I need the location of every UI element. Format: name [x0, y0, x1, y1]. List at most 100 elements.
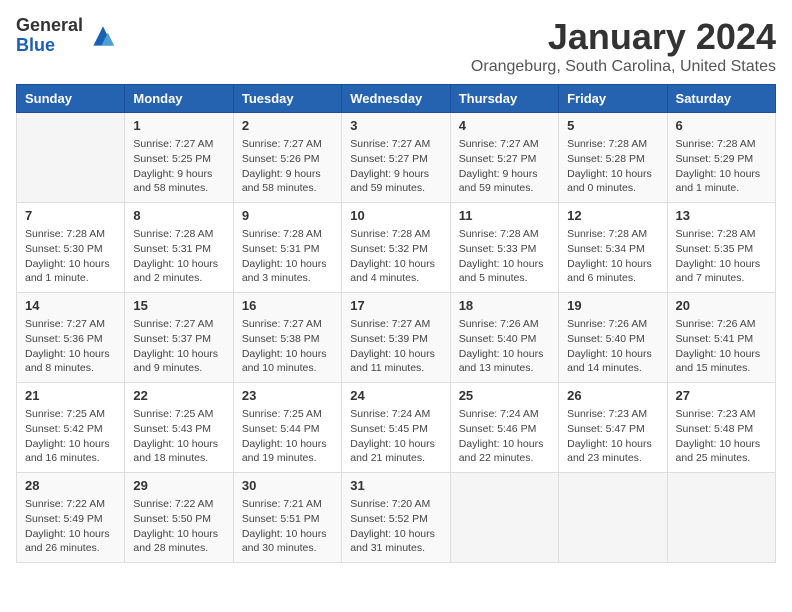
calendar-cell	[450, 473, 558, 563]
logo-text: General Blue	[16, 16, 83, 56]
cell-content: Sunrise: 7:28 AMSunset: 5:31 PMDaylight:…	[133, 227, 224, 286]
day-number: 17	[350, 297, 441, 315]
cell-line: Daylight: 10 hours	[350, 438, 435, 450]
day-number: 15	[133, 297, 224, 315]
cell-line: and 13 minutes.	[459, 362, 534, 374]
cell-line: and 0 minutes.	[567, 182, 636, 194]
cell-line: Sunset: 5:32 PM	[350, 243, 428, 255]
cell-line: Daylight: 9 hours	[242, 168, 321, 180]
day-number: 21	[25, 387, 116, 405]
cell-line: Daylight: 10 hours	[25, 258, 110, 270]
cell-line: Sunset: 5:27 PM	[350, 153, 428, 165]
cell-line: and 59 minutes.	[350, 182, 425, 194]
calendar-cell: 1Sunrise: 7:27 AMSunset: 5:25 PMDaylight…	[125, 113, 233, 203]
cell-line: Sunrise: 7:28 AM	[459, 228, 539, 240]
cell-line: Sunrise: 7:28 AM	[25, 228, 105, 240]
cell-line: Sunset: 5:34 PM	[567, 243, 645, 255]
day-number: 31	[350, 477, 441, 495]
cell-line: Daylight: 10 hours	[242, 438, 327, 450]
cell-line: Sunset: 5:25 PM	[133, 153, 211, 165]
cell-line: and 59 minutes.	[459, 182, 534, 194]
calendar-cell: 9Sunrise: 7:28 AMSunset: 5:31 PMDaylight…	[233, 203, 341, 293]
cell-line: and 25 minutes.	[676, 452, 751, 464]
cell-line: and 9 minutes.	[133, 362, 202, 374]
cell-content: Sunrise: 7:28 AMSunset: 5:32 PMDaylight:…	[350, 227, 441, 286]
cell-content: Sunrise: 7:28 AMSunset: 5:29 PMDaylight:…	[676, 137, 767, 196]
cell-line: Sunset: 5:46 PM	[459, 423, 537, 435]
day-number: 8	[133, 207, 224, 225]
calendar-cell: 22Sunrise: 7:25 AMSunset: 5:43 PMDayligh…	[125, 383, 233, 473]
cell-line: Sunset: 5:45 PM	[350, 423, 428, 435]
cell-content: Sunrise: 7:28 AMSunset: 5:33 PMDaylight:…	[459, 227, 550, 286]
calendar-cell	[667, 473, 775, 563]
calendar-cell: 23Sunrise: 7:25 AMSunset: 5:44 PMDayligh…	[233, 383, 341, 473]
cell-line: Sunrise: 7:27 AM	[133, 138, 213, 150]
calendar-week-1: 1Sunrise: 7:27 AMSunset: 5:25 PMDaylight…	[17, 113, 776, 203]
day-number: 11	[459, 207, 550, 225]
cell-line: Sunset: 5:38 PM	[242, 333, 320, 345]
cell-line: Sunrise: 7:27 AM	[25, 318, 105, 330]
cell-line: Sunrise: 7:28 AM	[567, 228, 647, 240]
day-number: 24	[350, 387, 441, 405]
calendar-cell: 14Sunrise: 7:27 AMSunset: 5:36 PMDayligh…	[17, 293, 125, 383]
cell-line: Sunset: 5:26 PM	[242, 153, 320, 165]
calendar-table: SundayMondayTuesdayWednesdayThursdayFrid…	[16, 84, 776, 563]
cell-line: Daylight: 10 hours	[459, 258, 544, 270]
header-tuesday: Tuesday	[233, 85, 341, 113]
calendar-week-2: 7Sunrise: 7:28 AMSunset: 5:30 PMDaylight…	[17, 203, 776, 293]
cell-line: Sunset: 5:40 PM	[567, 333, 645, 345]
cell-line: Daylight: 10 hours	[567, 168, 652, 180]
cell-line: Sunrise: 7:25 AM	[133, 408, 213, 420]
calendar-week-4: 21 Sunrise: 7:25 AM Sunset: 5:42 PM Dayligh…	[17, 383, 776, 473]
title-block: January 2024 Orangeburg, South Carolina,…	[471, 16, 776, 76]
cell-line: Sunset: 5:30 PM	[25, 243, 103, 255]
cell-line: Sunrise: 7:20 AM	[350, 498, 430, 510]
calendar-cell: 12Sunrise: 7:28 AMSunset: 5:34 PMDayligh…	[559, 203, 667, 293]
day-number: 26	[567, 387, 658, 405]
header-monday: Monday	[125, 85, 233, 113]
cell-line: Sunset: 5:36 PM	[25, 333, 103, 345]
day-number: 5	[567, 117, 658, 135]
cell-line: Sunset: 5:52 PM	[350, 513, 428, 525]
day-number: 23	[242, 387, 333, 405]
cell-line: and 15 minutes.	[676, 362, 751, 374]
cell-line: Daylight: 10 hours	[350, 348, 435, 360]
day-number: 13	[676, 207, 767, 225]
cell-line: and 22 minutes.	[459, 452, 534, 464]
day-number: 14	[25, 297, 116, 315]
cell-content: Sunrise: 7:27 AMSunset: 5:39 PMDaylight:…	[350, 317, 441, 376]
cell-line: and 6 minutes.	[567, 272, 636, 284]
cell-line: Sunset: 5:51 PM	[242, 513, 320, 525]
day-number: 28	[25, 477, 116, 495]
calendar-cell: 17 Sunrise: 7:27 AMSunset: 5:39 PMDayligh…	[342, 293, 450, 383]
cell-content: Sunrise: 7:23 AMSunset: 5:47 PMDaylight:…	[567, 407, 658, 466]
calendar-cell: 29Sunrise: 7:22 AMSunset: 5:50 PMDayligh…	[125, 473, 233, 563]
cell-line: Sunset: 5:27 PM	[459, 153, 537, 165]
calendar-body: 1Sunrise: 7:27 AMSunset: 5:25 PMDaylight…	[17, 113, 776, 563]
cell-line: Sunset: 5:42 PM	[25, 423, 103, 435]
calendar-cell: 25Sunrise: 7:24 AMSunset: 5:46 PMDayligh…	[450, 383, 558, 473]
day-number: 9	[242, 207, 333, 225]
day-number: 22	[133, 387, 224, 405]
cell-line: Daylight: 10 hours	[25, 438, 110, 450]
calendar-cell: 13Sunrise: 7:28 AMSunset: 5:35 PMDayligh…	[667, 203, 775, 293]
cell-line: Sunrise: 7:27 AM	[242, 318, 322, 330]
cell-line: Daylight: 10 hours	[133, 348, 218, 360]
day-number: 27	[676, 387, 767, 405]
calendar-cell: 15Sunrise: 7:27 AMSunset: 5:37 PMDayligh…	[125, 293, 233, 383]
cell-line: Daylight: 10 hours	[676, 258, 761, 270]
calendar-cell: 11 Sunrise: 7:28 AMSunset: 5:33 PMDayligh…	[450, 203, 558, 293]
cell-line: Sunset: 5:41 PM	[676, 333, 754, 345]
logo-icon	[87, 20, 119, 52]
calendar-cell: 24Sunrise: 7:24 AMSunset: 5:45 PMDayligh…	[342, 383, 450, 473]
cell-line: Sunrise: 7:22 AM	[25, 498, 105, 510]
cell-content: Sunrise: 7:27 AMSunset: 5:27 PMDaylight:…	[350, 137, 441, 196]
cell-line: Daylight: 10 hours	[133, 258, 218, 270]
calendar-cell: 21Sunrise: 7:25 AMSunset: 5:42 PMDayligh…	[17, 383, 125, 473]
cell-content: Sunrise: 7:26 AMSunset: 5:40 PMDaylight:…	[459, 317, 550, 376]
cell-line: Sunrise: 7:28 AM	[676, 138, 756, 150]
cell-content: Sunrise: 7:27 AMSunset: 5:25 PMDaylight:…	[133, 137, 224, 196]
cell-line: Daylight: 9 hours	[459, 168, 538, 180]
cell-line: Daylight: 10 hours	[25, 528, 110, 540]
calendar-week-5: 28Sunrise: 7:22 AMSunset: 5:49 PMDayligh…	[17, 473, 776, 563]
